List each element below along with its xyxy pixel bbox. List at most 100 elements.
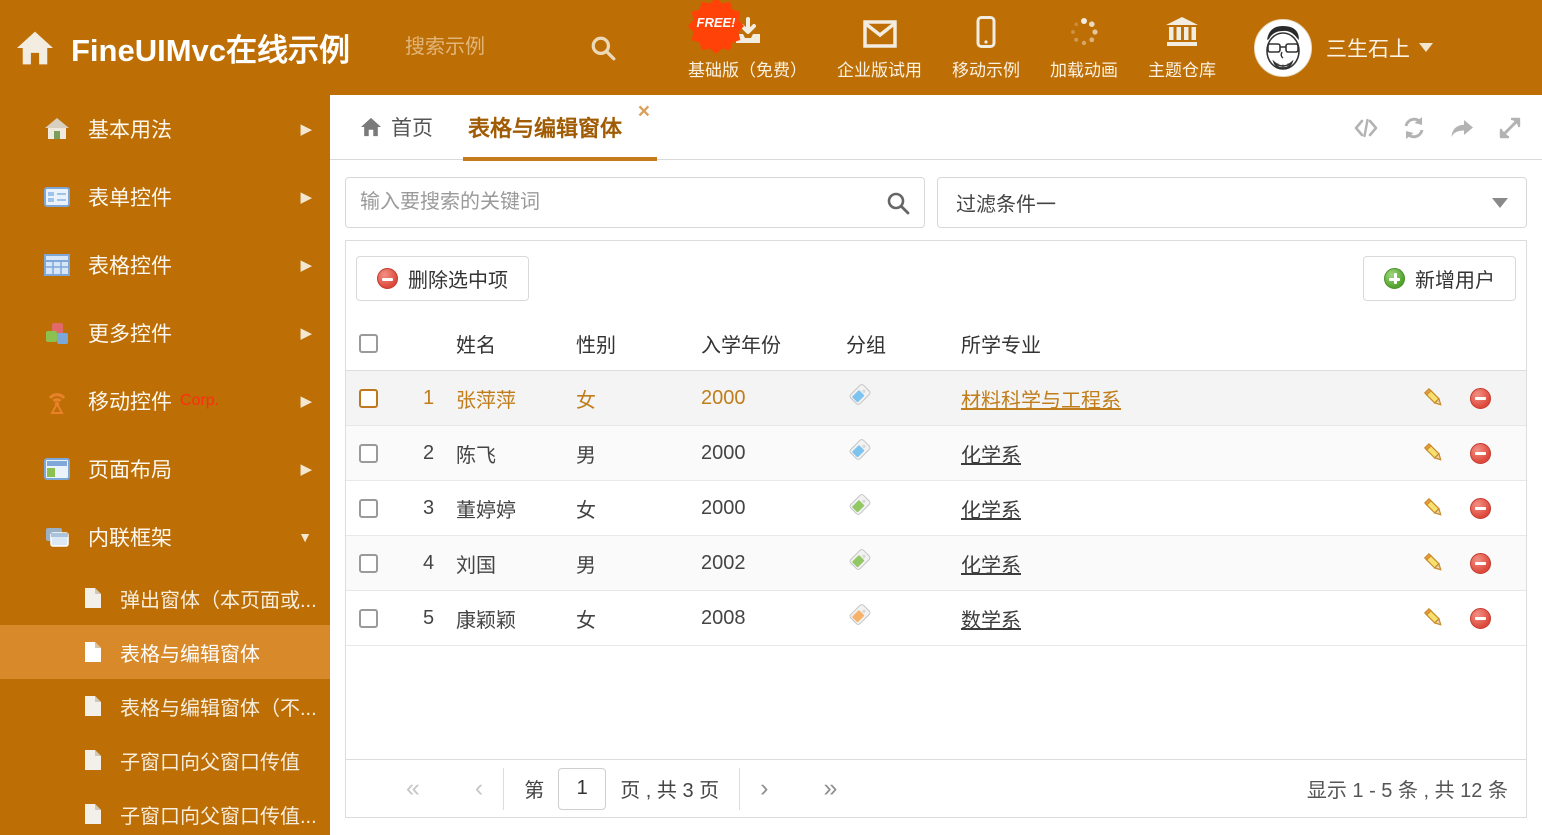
row-checkbox[interactable]	[359, 388, 378, 408]
edit-pencil-icon[interactable]	[1422, 386, 1446, 410]
delete-row-icon[interactable]	[1470, 552, 1491, 574]
refresh-icon[interactable]	[1402, 116, 1426, 140]
next-page-icon[interactable]: ›	[760, 776, 768, 801]
pagination-bar: « ‹ 第 页 , 共 3 页 › » 显示 1 - 5 条 , 共 12 条	[346, 759, 1526, 817]
first-page-icon[interactable]: «	[406, 776, 420, 801]
sidebar-item-iframe[interactable]: 内联框架 ▼	[0, 503, 330, 571]
cubes-icon	[44, 320, 70, 346]
last-page-icon[interactable]: »	[823, 776, 837, 801]
file-icon	[84, 749, 102, 771]
row-checkbox[interactable]	[359, 553, 378, 573]
keyword-search-input[interactable]	[360, 191, 886, 214]
col-major: 所学专业	[961, 334, 1041, 357]
sidebar-item-mobile-controls[interactable]: 移动控件 Corp. ▶	[0, 367, 330, 435]
source-code-icon[interactable]	[1354, 116, 1378, 140]
sidebar-subitem-grid-edit-window-2[interactable]: 表格与编辑窗体（不...	[0, 679, 330, 733]
user-menu-caret-icon[interactable]	[1419, 43, 1434, 52]
major-link[interactable]: 化学系	[961, 445, 1021, 467]
prev-page-icon[interactable]: ‹	[475, 776, 483, 801]
edit-pencil-icon[interactable]	[1422, 551, 1446, 575]
table-header-row: 姓名 性别 入学年份 分组 所学专业	[346, 316, 1526, 371]
tab-active-underline	[463, 156, 658, 161]
major-link[interactable]: 数学系	[961, 610, 1021, 632]
delete-row-icon[interactable]	[1470, 387, 1491, 409]
nav-mobile-examples[interactable]: 移动示例	[952, 14, 1020, 81]
sidebar-item-grid-controls[interactable]: 表格控件 ▶	[0, 231, 330, 299]
search-icon[interactable]	[886, 191, 910, 215]
page-number-input[interactable]	[558, 767, 607, 810]
antenna-icon	[44, 388, 70, 414]
sidebar-subitem-child-to-parent[interactable]: 子窗口向父窗口传值	[0, 733, 330, 787]
row-checkbox[interactable]	[359, 443, 378, 463]
nav-loading-animations[interactable]: 加载动画	[1050, 14, 1118, 81]
table-row[interactable]: 3 董婷婷 女 2000 化学系	[346, 481, 1526, 536]
header-search-input[interactable]	[405, 36, 581, 59]
bank-icon	[1165, 14, 1199, 48]
sidebar-item-label: 基本用法	[88, 119, 172, 142]
row-checkbox[interactable]	[359, 608, 378, 628]
sidebar-subitem-popup-window[interactable]: 弹出窗体（本页面或...	[0, 571, 330, 625]
file-icon	[84, 695, 102, 717]
table-row[interactable]: 2 陈飞 男 2000 化学系	[346, 426, 1526, 481]
cell-gender: 女	[576, 609, 596, 632]
header-nav: 基础版（免费） 企业版试用 移动示例 加载动画 主题仓库	[688, 14, 1216, 81]
sidebar-item-more-controls[interactable]: 更多控件 ▶	[0, 299, 330, 367]
layout-icon	[44, 456, 70, 482]
sidebar-item-label: 表格控件	[88, 255, 172, 278]
header-search-icon[interactable]	[590, 35, 616, 61]
nav-enterprise-trial[interactable]: 企业版试用	[837, 14, 922, 81]
edit-pencil-icon[interactable]	[1422, 496, 1446, 520]
sidebar-item-label: 更多控件	[88, 323, 172, 346]
sidebar-item-page-layout[interactable]: 页面布局 ▶	[0, 435, 330, 503]
frames-icon	[44, 524, 70, 550]
share-icon[interactable]	[1450, 116, 1474, 140]
select-all-checkbox[interactable]	[359, 333, 378, 353]
tab-bar: 首页 表格与编辑窗体 ×	[330, 95, 1542, 161]
sidebar: 基本用法 ▶ 表单控件 ▶ 表格控件 ▶ 更多控件 ▶ 移动控件 Corp. ▶…	[0, 95, 330, 835]
cell-name: 康颖颖	[456, 609, 516, 632]
major-link[interactable]: 材料科学与工程系	[961, 390, 1121, 412]
tab-active-label: 表格与编辑窗体	[468, 116, 623, 141]
cell-gender: 女	[576, 499, 596, 522]
username[interactable]: 三生石上	[1326, 33, 1410, 63]
tag-icon	[848, 492, 872, 517]
nav-theme-repository[interactable]: 主题仓库	[1148, 14, 1216, 81]
col-group: 分组	[846, 334, 886, 357]
delete-row-icon[interactable]	[1470, 497, 1491, 519]
expand-icon[interactable]	[1498, 116, 1522, 140]
filter-dropdown[interactable]: 过滤条件一	[937, 177, 1527, 228]
add-user-button[interactable]: 新增用户	[1363, 256, 1516, 301]
sidebar-subitem-grid-edit-window[interactable]: 表格与编辑窗体	[0, 625, 330, 679]
home-icon[interactable]	[15, 30, 55, 66]
sidebar-item-form-controls[interactable]: 表单控件 ▶	[0, 163, 330, 231]
tab-home[interactable]: 首页	[360, 112, 433, 142]
major-link[interactable]: 化学系	[961, 500, 1021, 522]
edit-pencil-icon[interactable]	[1422, 441, 1446, 465]
sidebar-item-label: 页面布局	[88, 459, 172, 482]
sidebar-subitem-child-to-parent-2[interactable]: 子窗口向父窗口传值...	[0, 787, 330, 835]
row-checkbox[interactable]	[359, 498, 378, 518]
major-link[interactable]: 化学系	[961, 555, 1021, 577]
sidebar-item-basic-usage[interactable]: 基本用法 ▶	[0, 95, 330, 163]
chevron-right-icon: ▶	[300, 325, 312, 342]
table-row[interactable]: 1 张萍萍 女 2000 材料科学与工程系	[346, 371, 1526, 426]
tab-grid-edit-window[interactable]: 表格与编辑窗体 ×	[463, 95, 658, 161]
sidebar-subitem-label: 表格与编辑窗体（不...	[120, 697, 317, 720]
delete-row-icon[interactable]	[1470, 442, 1491, 464]
cell-name: 董婷婷	[456, 499, 516, 522]
home-tab-icon	[361, 117, 381, 137]
cell-gender: 女	[576, 389, 596, 412]
sidebar-subitem-label: 弹出窗体（本页面或...	[120, 589, 317, 612]
table-row[interactable]: 4 刘国 男 2002 化学系	[346, 536, 1526, 591]
chevron-right-icon: ▶	[300, 257, 312, 274]
avatar[interactable]	[1254, 18, 1313, 77]
tab-close-icon[interactable]: ×	[638, 101, 650, 122]
col-name: 姓名	[456, 334, 496, 357]
cell-name: 陈飞	[456, 444, 496, 467]
edit-pencil-icon[interactable]	[1422, 606, 1446, 630]
delete-selected-button[interactable]: 删除选中项	[356, 256, 529, 301]
delete-row-icon[interactable]	[1470, 607, 1491, 629]
table-row[interactable]: 5 康颖颖 女 2008 数学系	[346, 591, 1526, 646]
minus-circle-icon	[377, 268, 398, 289]
app-header: FineUIMvc在线示例 FREE! 基础版（免费）	[0, 0, 1542, 95]
